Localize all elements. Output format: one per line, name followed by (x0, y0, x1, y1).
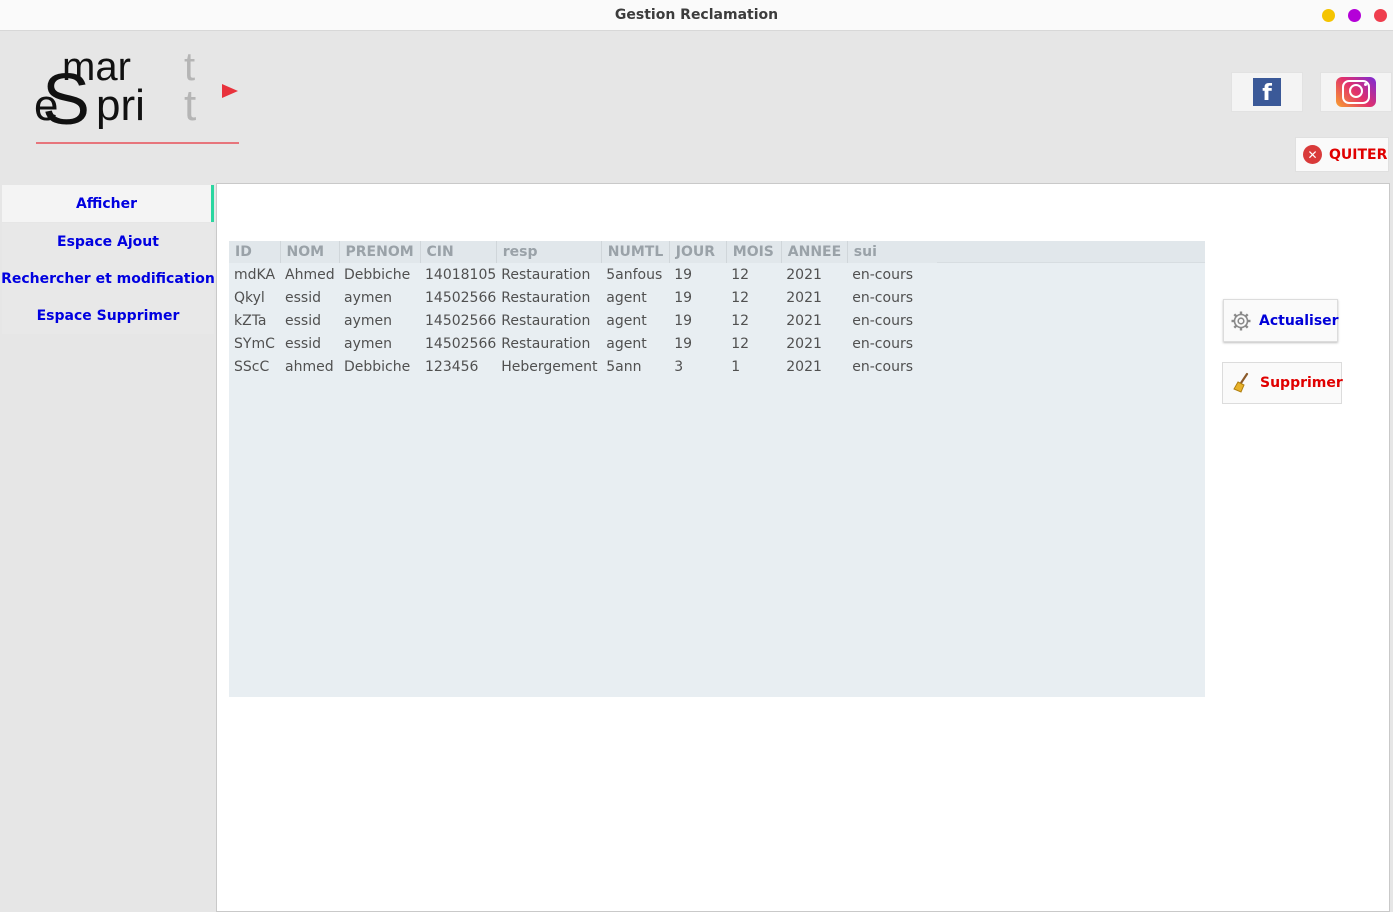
table-cell: 2021 (786, 266, 822, 283)
table-cell: 5anfous (606, 266, 663, 283)
table-cell: kZTa (234, 312, 267, 329)
table-cell: aymen (344, 289, 392, 306)
table-cell: 12 (731, 335, 750, 352)
maximize-button[interactable] (1348, 9, 1361, 22)
column-header[interactable]: sui (847, 241, 938, 263)
gear-icon (1230, 310, 1252, 332)
table-cell: 14502566 (425, 335, 497, 352)
table-cell: Restauration (501, 289, 591, 306)
sidebar-item-espace-ajout[interactable]: Espace Ajout (2, 223, 214, 260)
table-cell: 2021 (786, 289, 822, 306)
column-header[interactable]: MOIS (726, 241, 782, 263)
table-cell: 1 (731, 358, 741, 375)
svg-text:pri: pri (96, 81, 145, 130)
refresh-label: Actualiser (1259, 312, 1339, 329)
table-cell: essid (285, 289, 321, 306)
window-title: Gestion Reclamation (614, 7, 779, 23)
table-cell: mdKA (234, 266, 276, 283)
table-cell: 12 (731, 312, 750, 329)
table-cell: 14502566 (425, 289, 497, 306)
broom-icon (1231, 372, 1253, 394)
table-cell: Restauration (501, 335, 591, 352)
close-window-button[interactable] (1374, 9, 1387, 22)
sidebar-item-label: Espace Ajout (57, 233, 159, 250)
svg-text:t: t (184, 81, 196, 130)
table-cell: essid (285, 312, 321, 329)
table-cell: 2021 (786, 335, 822, 352)
table-cell: 19 (674, 335, 693, 352)
table-cell: agent (606, 289, 647, 306)
svg-text:e: e (34, 81, 58, 130)
table-cell: en-cours (852, 335, 913, 352)
quit-label: QUITER (1329, 146, 1388, 163)
table-row[interactable]: Qkyl essid aymen 14502566 Restauration agent 1… (229, 286, 937, 309)
table-cell: 5ann (606, 358, 642, 375)
table-cell: 19 (674, 266, 693, 283)
sidebar-item-label: Afficher (75, 195, 138, 212)
column-header[interactable]: ANNEE (781, 241, 848, 263)
sidebar-item-espace-supprimer[interactable]: Espace Supprimer (2, 297, 214, 334)
column-header[interactable]: NOM (280, 241, 340, 263)
sidebar-item-label: Rechercher et modification (1, 270, 215, 287)
table-cell: ahmed (285, 358, 334, 375)
table-row[interactable]: SYmC essid aymen 14502566 Restauration agent 1… (229, 332, 937, 355)
column-header[interactable]: CIN (420, 241, 497, 263)
column-header[interactable]: ID (229, 241, 281, 263)
table-row[interactable]: SScC ahmed Debbiche 123456 Hebergement 5ann 3 1… (229, 355, 937, 378)
table-row[interactable]: kZTa essid aymen 14502566 Restauration agent 1… (229, 309, 937, 332)
column-header[interactable]: JOUR (669, 241, 727, 263)
sidebar-item-label: Espace Supprimer (36, 307, 180, 324)
table-cell: 2021 (786, 312, 822, 329)
table-cell: 14018105 (425, 266, 497, 283)
table-cell: Debbiche (344, 266, 411, 283)
table-cell: agent (606, 312, 647, 329)
column-header[interactable]: NUMTL (601, 241, 670, 263)
table-cell: agent (606, 335, 647, 352)
table-cell: 123456 (425, 358, 479, 375)
table-cell: en-cours (852, 312, 913, 329)
table-cell: 12 (731, 289, 750, 306)
table-row[interactable]: mdKA Ahmed Debbiche 14018105 Restauration 5an… (229, 263, 937, 286)
table-cell: 12 (731, 266, 750, 283)
delete-button[interactable]: Supprimer (1222, 362, 1343, 404)
table-cell: 3 (674, 358, 684, 375)
sidebar-item-rechercher-modification[interactable]: Rechercher et modification (1, 260, 215, 297)
facebook-button[interactable]: f (1231, 72, 1303, 112)
column-header[interactable]: resp (496, 241, 602, 263)
table-cell: aymen (344, 312, 392, 329)
sidebar-item-afficher[interactable]: Afficher (2, 185, 214, 222)
delete-label: Supprimer (1260, 375, 1343, 391)
table-cell: en-cours (852, 266, 913, 283)
close-circle-icon: ✕ (1303, 145, 1322, 164)
table-cell: Ahmed (285, 266, 335, 283)
quit-button[interactable]: ✕ QUITER (1295, 137, 1389, 172)
table-cell: Debbiche (344, 358, 411, 375)
refresh-button[interactable]: Actualiser (1223, 299, 1339, 342)
table-cell: 19 (674, 289, 693, 306)
column-header[interactable]: PRENOM (339, 241, 421, 263)
table-cell: SYmC (234, 335, 275, 352)
table-cell: 14502566 (425, 312, 497, 329)
table-cell: Hebergement (501, 358, 598, 375)
table-cell: SScC (234, 358, 270, 375)
facebook-icon: f (1253, 78, 1281, 106)
table-cell: aymen (344, 335, 392, 352)
table-cell: 19 (674, 312, 693, 329)
table-cell: essid (285, 335, 321, 352)
instagram-button[interactable] (1320, 72, 1392, 112)
table-cell: Qkyl (234, 289, 265, 306)
table-header-row: ID NOM PRENOM CIN resp NUMTL JOUR MOIS A… (229, 241, 938, 263)
table-cell: Restauration (501, 266, 591, 283)
esprit-logo: mar t S e pri t (34, 42, 244, 148)
sidebar: Afficher Espace Ajout Rechercher et modi… (0, 183, 217, 912)
table-cell: en-cours (852, 289, 913, 306)
table-cell: en-cours (852, 358, 913, 375)
table-cell: 2021 (786, 358, 822, 375)
instagram-icon (1336, 77, 1376, 107)
minimize-button[interactable] (1322, 9, 1335, 22)
title-bar: Gestion Reclamation (0, 0, 1393, 31)
table-cell: Restauration (501, 312, 591, 329)
reclamations-table[interactable]: ID NOM PRENOM CIN resp NUMTL JOUR MOIS A… (229, 241, 1205, 697)
